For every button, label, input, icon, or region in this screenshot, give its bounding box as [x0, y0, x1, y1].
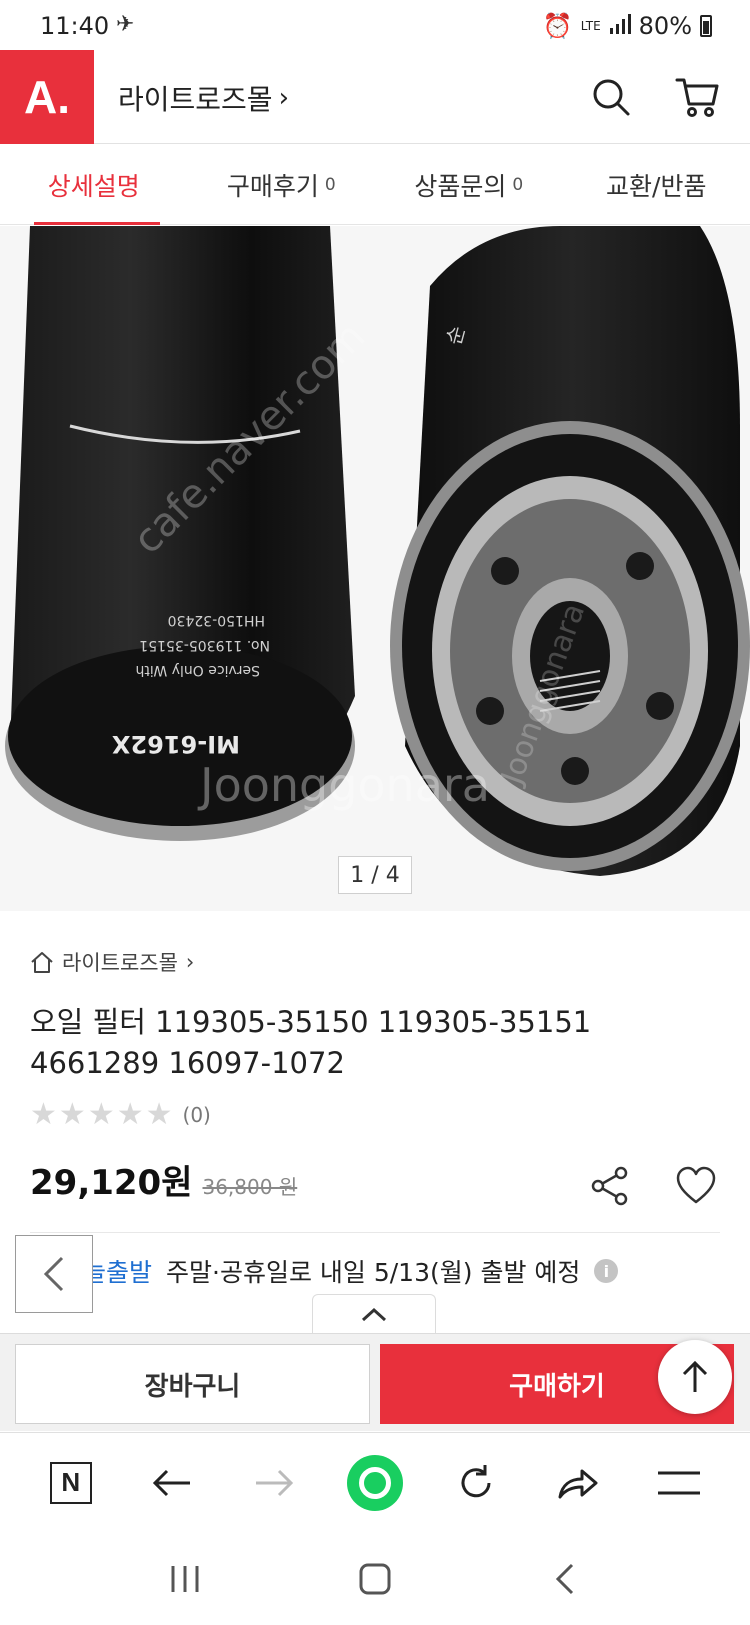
label-line-1: Service Only With: [136, 662, 261, 678]
chevron-left-icon: [43, 1256, 64, 1292]
browser-home-button[interactable]: [346, 1454, 403, 1511]
store-logo[interactable]: A.: [0, 50, 94, 144]
tab-label: 교환/반품: [606, 171, 707, 201]
notification-icon: ✈: [116, 12, 135, 37]
store-name-link[interactable]: 라이트로즈몰 ›: [118, 78, 289, 118]
reload-button[interactable]: [448, 1455, 504, 1511]
tab-count: 0: [512, 174, 524, 195]
oil-filter-photo: MI-6162X Service Only With No. 119305-35…: [0, 226, 750, 911]
label-line-2: No. 119305-35151: [139, 637, 270, 653]
heart-icon: [676, 1166, 716, 1204]
product-image[interactable]: MI-6162X Service Only With No. 119305-35…: [0, 226, 750, 911]
rating[interactable]: ★ ★ ★ ★ ★ (0): [30, 1100, 211, 1130]
battery-label: 80%: [638, 12, 692, 40]
chevron-right-icon: ›: [278, 83, 289, 113]
status-indicators: ⏰ LTE 80%: [543, 12, 712, 40]
naver-icon: N: [49, 1461, 92, 1504]
back-button[interactable]: [15, 1235, 93, 1313]
tab-description[interactable]: 상세설명: [0, 145, 188, 225]
rating-count: (0): [182, 1103, 211, 1127]
info-icon[interactable]: i: [594, 1259, 619, 1283]
search-button[interactable]: [588, 74, 634, 120]
watermark-joonggonara: Joonggonara: [197, 758, 490, 812]
signal-icon: [609, 12, 631, 40]
shipping-info: 오늘출발 주말·공휴일로 내일 5/13(월) 출발 예정 i: [60, 1253, 619, 1289]
chevron-left-icon: [555, 1563, 574, 1594]
label-line-3: HH150-32430: [168, 612, 265, 628]
arrow-left-icon: [153, 1469, 191, 1496]
image-page-indicator: 1 / 4: [338, 856, 412, 894]
scroll-top-button[interactable]: [658, 1340, 732, 1414]
share-button[interactable]: [586, 1162, 634, 1210]
share-page-button[interactable]: [550, 1455, 606, 1511]
star-icon: ★: [87, 1097, 115, 1132]
tab-label: 상품문의: [414, 171, 507, 201]
arrow-right-icon: [255, 1469, 293, 1496]
tab-label: 상세설명: [47, 171, 140, 201]
battery-icon: [700, 15, 712, 37]
network-label: LTE: [580, 19, 601, 33]
chevron-right-icon: ›: [185, 950, 195, 974]
system-back-button[interactable]: [535, 1549, 595, 1609]
star-icon: ★: [116, 1097, 144, 1132]
browser-back-button[interactable]: [144, 1455, 200, 1511]
system-nav-bar: [0, 1532, 750, 1625]
detail-tabs: 상세설명 구매후기 0 상품문의 0 교환/반품: [0, 145, 750, 225]
recents-button[interactable]: [155, 1549, 215, 1609]
tab-label: 구매후기: [226, 171, 319, 201]
browser-forward-button[interactable]: [246, 1455, 302, 1511]
menu-button[interactable]: [651, 1455, 707, 1511]
original-price: 36,800 원: [202, 1175, 298, 1199]
star-icon: ★: [145, 1097, 173, 1132]
naver-home-button[interactable]: N: [43, 1455, 99, 1511]
breadcrumb[interactable]: 라이트로즈몰 ›: [30, 947, 194, 977]
status-time: 11:40: [40, 12, 110, 40]
store-name: 라이트로즈몰: [118, 83, 273, 116]
price-row: 29,120원 36,800 원: [30, 1155, 297, 1204]
arrow-up-icon: [682, 1360, 708, 1392]
search-icon: [593, 79, 630, 116]
status-bar: 11:40 ✈ ⏰ LTE 80%: [0, 0, 750, 50]
tab-reviews[interactable]: 구매후기 0: [188, 145, 376, 224]
wishlist-button[interactable]: [672, 1162, 720, 1210]
home-button[interactable]: [345, 1549, 405, 1609]
tab-count: 0: [324, 174, 336, 195]
cart-icon: [675, 78, 719, 117]
forward-share-icon: [558, 1469, 598, 1498]
menu-icon: [658, 1471, 701, 1494]
app-header: A. 라이트로즈몰 ›: [0, 50, 750, 144]
alarm-icon: ⏰: [542, 12, 573, 40]
home-icon: [31, 952, 53, 973]
purchase-bar: 장바구니 구매하기: [0, 1333, 750, 1431]
tab-inquiries[interactable]: 상품문의 0: [375, 145, 563, 224]
product-title: 오일 필터 119305-35150 119305-35151 4661289 …: [30, 1005, 592, 1080]
star-icon: ★: [58, 1097, 86, 1132]
cart-button[interactable]: [674, 74, 720, 120]
add-to-cart-button[interactable]: 장바구니: [15, 1344, 370, 1424]
chevron-up-icon: [361, 1307, 387, 1321]
star-icon: ★: [30, 1097, 57, 1132]
collapse-toggle[interactable]: [312, 1294, 436, 1334]
tab-exchange-return[interactable]: 교환/반품: [563, 145, 750, 224]
home-square-icon: [359, 1563, 391, 1594]
reload-icon: [461, 1464, 491, 1497]
recents-icon: [171, 1565, 199, 1592]
browser-toolbar: N: [0, 1432, 750, 1532]
sale-price: 29,120원: [30, 1163, 193, 1203]
green-dot-icon: [346, 1454, 403, 1511]
breadcrumb-store: 라이트로즈몰: [62, 951, 178, 975]
divider: [30, 1232, 720, 1233]
label-model: MI-6162X: [111, 730, 240, 758]
shipping-text: 주말·공휴일로 내일 5/13(월) 출발 예정: [166, 1258, 581, 1287]
share-icon: [591, 1166, 628, 1206]
